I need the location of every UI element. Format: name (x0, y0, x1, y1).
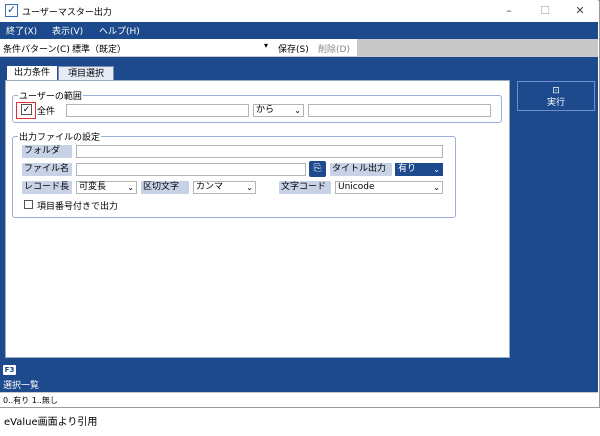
chevron-down-icon: ⌄ (127, 183, 134, 192)
delimiter-value: カンマ (196, 182, 224, 192)
title-output-label: タイトル出力 (330, 163, 392, 176)
execute-button[interactable]: ⊡ 実行 (517, 81, 595, 111)
title-bar: ✓ ユーザーマスター出力 – ☐ ✕ (0, 0, 598, 22)
delete-button[interactable]: 削除(D) (318, 42, 350, 55)
minimize-icon[interactable]: – (494, 3, 524, 19)
item-number-label: 項目番号付きで出力 (37, 202, 119, 212)
folder-label: フォルダ (22, 145, 72, 158)
window-title: ユーザーマスター出力 (22, 8, 112, 18)
record-length-label: レコード長 (22, 181, 72, 194)
range-from-input[interactable] (66, 104, 249, 117)
status-text: 0..有り 1..無し (3, 396, 58, 405)
check-v-icon: ✓ (5, 3, 18, 17)
user-range-legend: ユーザーの範囲 (18, 89, 83, 102)
chevron-down-icon: ⌄ (246, 183, 253, 192)
range-to-input[interactable] (308, 104, 491, 117)
output-file-legend: 出力ファイルの設定 (18, 130, 102, 143)
chevron-down-icon: ⌄ (294, 106, 301, 115)
play-icon: ⊡ (552, 86, 560, 96)
condition-pattern-select[interactable]: 標準（既定） (72, 42, 126, 55)
range-separator-select[interactable]: から ⌄ (253, 104, 304, 117)
menu-bar: 終了(X) 表示(V) ヘルプ(H) (0, 22, 598, 39)
chevron-down-icon[interactable]: ▾ (264, 41, 268, 50)
save-button[interactable]: 保存(S) (278, 42, 309, 55)
folder-browse-icon[interactable]: ⎘ (309, 161, 326, 177)
all-label: 全件 (37, 107, 56, 117)
record-length-value: 可変長 (79, 182, 107, 192)
tab-item-select[interactable]: 項目選択 (58, 66, 114, 81)
menu-item-view[interactable]: 表示(V) (52, 24, 83, 37)
delimiter-select[interactable]: カンマ ⌄ (193, 181, 256, 194)
folder-input[interactable] (76, 145, 443, 158)
range-separator-value: から (256, 105, 275, 115)
filename-label: ファイル名 (22, 163, 72, 176)
charcode-label: 文字コード (279, 181, 331, 194)
charcode-select[interactable]: Unicode ⌄ (335, 181, 443, 194)
record-length-select[interactable]: 可変長 ⌄ (76, 181, 137, 194)
function-key-bar: F3 選択一覧 (0, 362, 598, 392)
title-output-value: 有り (398, 164, 417, 174)
status-bar: 0..有り 1..無し (0, 392, 598, 407)
caption-text: eValue画面より引用 (4, 417, 98, 428)
delimiter-label: 区切文字 (141, 181, 189, 194)
chevron-down-icon: ⌄ (433, 183, 440, 192)
menu-item-exit[interactable]: 終了(X) (6, 24, 37, 37)
all-checkbox[interactable]: ✓ (21, 104, 32, 115)
close-icon[interactable]: ✕ (565, 3, 595, 19)
execute-label: 実行 (546, 98, 565, 108)
charcode-value: Unicode (338, 182, 375, 192)
maximize-icon[interactable]: ☐ (530, 3, 560, 19)
select-list-button[interactable]: 選択一覧 (3, 378, 39, 391)
item-number-checkbox[interactable] (24, 200, 33, 209)
filename-input[interactable] (76, 163, 306, 176)
chevron-down-icon: ⌄ (433, 165, 440, 174)
condition-pattern-label: 条件パターン(C) (3, 45, 70, 55)
menu-item-help[interactable]: ヘルプ(H) (99, 24, 140, 37)
condition-bar-filler (357, 39, 598, 57)
title-output-select[interactable]: 有り ⌄ (395, 163, 443, 176)
f3-key-badge: F3 (3, 365, 16, 375)
